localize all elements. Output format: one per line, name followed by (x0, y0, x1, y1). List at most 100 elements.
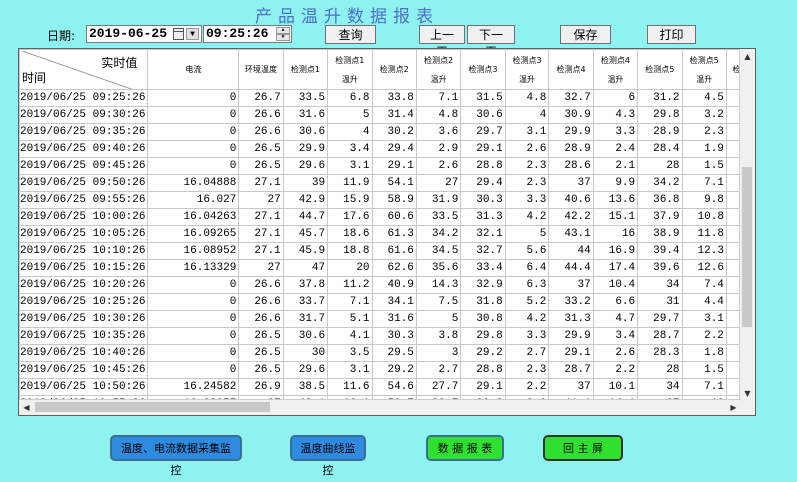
value-cell: 33.7 (282, 293, 329, 311)
value-cell: 16.24582 (147, 378, 240, 396)
chevron-down-icon[interactable]: ▼ (186, 28, 199, 40)
column-header-label: 检测点5 (645, 64, 675, 74)
table-row[interactable]: 2019/06/25 10:10:26 16.08952 27.1 45.9 18.8 6… (19, 242, 755, 260)
page-title: 产品温升数据报表 (255, 7, 439, 27)
table-row[interactable]: 2019/06/25 10:30:26 0 26.6 31.7 5.1 31.6 5 30.8… (19, 310, 755, 328)
horizontal-scrollbar[interactable]: ◀ ▶ (19, 399, 741, 415)
value-cell: 42.9 (282, 191, 329, 209)
date-picker[interactable]: 2019-06-25 ▼ (86, 25, 202, 43)
value-cell: 16.027 (147, 191, 240, 209)
value-cell: 1.5 (681, 361, 727, 379)
value-cell: 18.6 (327, 225, 373, 243)
time-cell: 2019/06/25 09:55:26 (19, 191, 149, 209)
value-cell: 37 (548, 276, 594, 294)
table-row[interactable]: 2019/06/25 10:25:26 0 26.6 33.7 7.1 34.1 7.5 31… (19, 293, 755, 311)
nav-home-button[interactable]: 回 主 屏 (543, 435, 623, 461)
horizontal-scroll-thumb[interactable] (35, 402, 270, 412)
next-day-button[interactable]: 下一天 (467, 25, 515, 59)
nav-curve-button[interactable]: 温度曲线监控 (290, 435, 366, 477)
value-cell: 38.5 (282, 378, 329, 396)
column-header: 检测点1 温升 (327, 49, 373, 90)
value-cell: 13.6 (592, 191, 639, 209)
value-cell: 7.5 (415, 293, 462, 311)
value-cell: 5.6 (504, 242, 550, 260)
value-cell: 29.1 (460, 378, 506, 396)
corner-header: 实时值 时间 (19, 49, 149, 90)
table-row[interactable]: 2019/06/25 09:40:26 0 26.5 29.9 3.4 29.4 2.9 29… (19, 140, 755, 158)
value-cell: 7.4 (681, 276, 727, 294)
table-row[interactable]: 2019/06/25 10:00:26 16.04263 27.1 44.7 17.6 6… (19, 208, 755, 226)
nav-report-button[interactable]: 数 据 报 表 (426, 435, 504, 461)
value-cell: 26.6 (238, 106, 284, 124)
value-cell: 28.6 (548, 157, 594, 175)
value-cell: 33.5 (282, 89, 329, 107)
value-cell: 16.9 (592, 242, 639, 260)
value-cell: 34 (637, 276, 683, 294)
column-header-sublabel: 温升 (341, 74, 358, 84)
value-cell: 4.5 (681, 89, 727, 107)
value-cell: 3.1 (504, 123, 550, 141)
value-cell: 2.3 (504, 361, 550, 379)
value-cell: 29.1 (371, 157, 417, 175)
query-button[interactable]: 查询 (325, 25, 376, 44)
time-field[interactable]: 09:25:26 ▲ ▼ (203, 25, 292, 43)
value-cell: 2.2 (592, 361, 639, 379)
value-cell: 29.2 (371, 361, 417, 379)
column-header-label: 电流 (185, 64, 202, 74)
value-cell: 28.7 (548, 361, 594, 379)
value-cell: 5 (415, 310, 462, 328)
value-cell: 29.6 (282, 361, 329, 379)
value-cell: 34.2 (637, 174, 683, 192)
save-button[interactable]: 保存 (560, 25, 611, 44)
value-cell: 61.3 (371, 225, 417, 243)
table-row[interactable]: 2019/06/25 10:50:26 16.24582 26.9 38.5 11.6 5… (19, 378, 755, 396)
scroll-right-icon[interactable]: ▶ (726, 400, 741, 415)
scroll-up-icon[interactable]: ▲ (740, 49, 755, 64)
value-cell: 10.1 (592, 378, 639, 396)
table-row[interactable]: 2019/06/25 09:35:26 0 26.6 30.6 4 30.2 3.6 29.7… (19, 123, 755, 141)
value-cell: 30.6 (282, 327, 329, 345)
vertical-scrollbar[interactable]: ▲ ▼ (739, 49, 755, 401)
column-header: 检测点2 温升 (415, 49, 462, 90)
table-row[interactable]: 2019/06/25 10:35:26 0 26.5 30.6 4.1 30.3 3.8 29… (19, 327, 755, 345)
print-button[interactable]: 打印 (647, 25, 696, 44)
spin-down-icon[interactable]: ▼ (276, 34, 290, 41)
value-cell: 37 (548, 378, 594, 396)
table-row[interactable]: 2019/06/25 10:40:26 0 26.5 30 3.5 29.5 3 29.2 2.… (19, 344, 755, 362)
value-cell: 10.4 (592, 276, 639, 294)
value-cell: 0 (147, 361, 240, 379)
table-row[interactable]: 2019/06/25 10:45:26 0 26.5 29.6 3.1 29.2 2.7 28… (19, 361, 755, 379)
value-cell: 12.3 (681, 242, 727, 260)
value-cell: 4.2 (504, 310, 550, 328)
value-cell: 31.2 (637, 89, 683, 107)
value-cell: 5 (327, 106, 373, 124)
table-row[interactable]: 2019/06/25 10:15:26 16.13329 27 47 20 62.6 35.… (19, 259, 755, 277)
data-grid[interactable]: 实时值 时间 电流 环境温度 检测点1 检测点1 温升 检测点2 检测点2 温升 检测点3 检测点… (18, 48, 756, 416)
value-cell: 31.3 (548, 310, 594, 328)
value-cell: 27.1 (238, 208, 284, 226)
column-header-label: 检测点5 (689, 55, 719, 65)
nav-monitor-button[interactable]: 温度、电流数据采集监控 (110, 435, 242, 477)
calendar-icon[interactable] (173, 28, 184, 40)
prev-day-button[interactable]: 上一天 (419, 25, 465, 59)
table-row[interactable]: 2019/06/25 10:05:26 16.09265 27.1 45.7 18.6 6… (19, 225, 755, 243)
value-cell: 29.7 (637, 310, 683, 328)
value-cell: 29.8 (637, 106, 683, 124)
value-cell: 61.6 (371, 242, 417, 260)
table-row[interactable]: 2019/06/25 10:20:26 0 26.6 37.8 11.2 40.9 14.3… (19, 276, 755, 294)
scroll-down-icon[interactable]: ▼ (740, 386, 755, 401)
column-header: 检测点4 温升 (592, 49, 639, 90)
scroll-left-icon[interactable]: ◀ (19, 400, 34, 415)
table-row[interactable]: 2019/06/25 09:45:26 0 26.5 29.6 3.1 29.1 2.6 28… (19, 157, 755, 175)
vertical-scroll-thumb[interactable] (742, 167, 752, 327)
time-cell: 2019/06/25 09:45:26 (19, 157, 149, 175)
table-row[interactable]: 2019/06/25 09:25:26 0 26.7 33.5 6.8 33.8 7.1 31… (19, 89, 755, 107)
spin-up-icon[interactable]: ▲ (276, 27, 290, 34)
time-cell: 2019/06/25 09:35:26 (19, 123, 149, 141)
table-row[interactable]: 2019/06/25 09:55:26 16.027 27 42.9 15.9 58.9 3… (19, 191, 755, 209)
table-row[interactable]: 2019/06/25 09:30:26 0 26.6 31.6 5 31.4 4.8 30.6… (19, 106, 755, 124)
time-spinner[interactable]: ▲ ▼ (276, 27, 290, 41)
value-cell: 1.9 (681, 140, 727, 158)
table-row[interactable]: 2019/06/25 09:50:26 16.04888 27.1 39 11.9 54.… (19, 174, 755, 192)
value-cell: 28.9 (548, 140, 594, 158)
